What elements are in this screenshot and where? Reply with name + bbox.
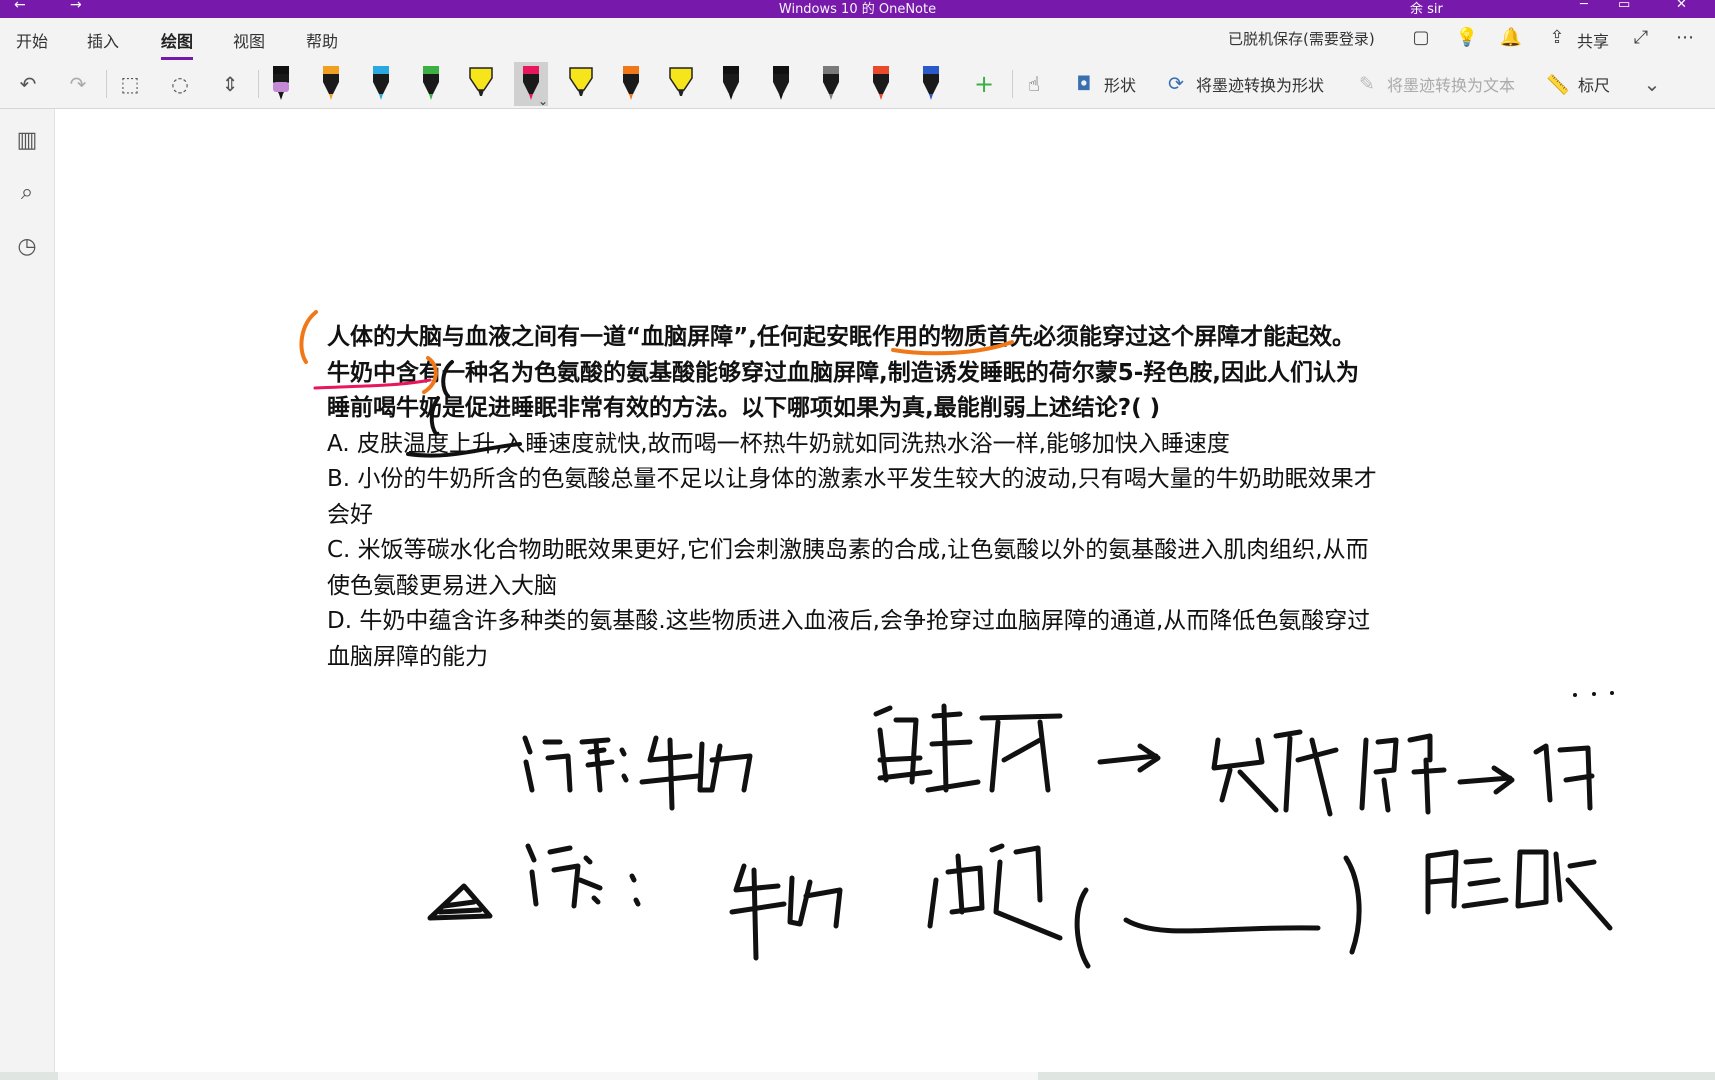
shapes-button[interactable]: ◘ 形状 [1072,68,1136,100]
option-a: A. 皮肤温度上升,入睡速度就快,故而喝一杯热牛奶就如同洗热水浴一样,能够加快入… [327,430,1230,457]
bottom-scrollbar[interactable] [0,1072,1715,1080]
ink-to-text-icon: ✎ [1359,73,1375,95]
notebook-icon[interactable]: ▢ [1408,24,1434,50]
tab-home[interactable]: 开始 [16,28,48,52]
pen-icon[interactable] [614,62,648,106]
lasso-text-select-icon[interactable]: ⬚ [114,68,146,100]
pen-icon[interactable] [264,62,298,106]
fullscreen-icon[interactable]: ⤢ [1628,24,1654,50]
share-button[interactable]: 共享 [1577,28,1609,52]
ruler-button[interactable]: 📏 标尺 [1546,68,1610,100]
search-icon[interactable]: ⌕ [10,175,44,209]
pen-options-chevron-icon[interactable]: ⌄ [538,94,548,108]
pen-icon[interactable] [814,62,848,106]
ink-to-shape-icon: ⟳ [1168,73,1184,95]
tab-help[interactable]: 帮助 [306,28,338,52]
notebooks-icon[interactable]: ▥ [10,123,44,157]
close-button[interactable]: ✕ [1676,0,1687,12]
add-space-icon[interactable]: ⇕ [214,68,246,100]
ruler-icon: 📏 [1546,73,1570,96]
pen-icon[interactable]: ⌄ [514,62,548,108]
more-options-icon[interactable]: ⋯ [1672,24,1698,50]
highlighter-icon[interactable] [664,62,698,106]
ink-to-shape-label: 将墨迹转换为形状 [1196,76,1325,95]
touch-draw-icon[interactable]: ☝ [1018,68,1050,100]
menu-bar: 开始 插入 绘图 视图 帮助 已脱机保存(需要登录) ▢ 💡 🔔 ⇪ 共享 ⤢ … [0,18,1715,60]
undo-icon[interactable]: ↶ [12,68,44,100]
separator [106,70,107,98]
bell-icon[interactable]: 🔔 [1498,24,1524,50]
minimize-button[interactable]: ─ [1580,0,1588,12]
share-icon[interactable]: ⇪ [1544,24,1570,50]
redo-icon[interactable]: ↷ [62,68,94,100]
tab-draw[interactable]: 绘图 [161,28,194,60]
tab-insert[interactable]: 插入 [87,28,119,52]
pen-icon[interactable] [414,62,448,106]
lasso-select-icon[interactable]: ◌ [164,68,196,100]
ink-to-shape-button[interactable]: ⟳ 将墨迹转换为形状 [1164,68,1324,100]
shapes-icon: ◘ [1076,73,1092,95]
option-b: B. 小份的牛奶所含的色氨酸总量不足以让身体的激素水平发生较大的波动,只有喝大量… [327,466,1377,528]
pen-icon[interactable] [364,62,398,106]
question-block[interactable]: 人体的大脑与血液之间有一道“血脑屏障”,任何起安眠作用的物质首先必须能穿过这个屏… [327,320,1377,675]
recent-notes-clock-icon[interactable]: ◷ [10,229,44,263]
add-pen-icon[interactable]: + [968,68,1000,100]
ink-to-text-button[interactable]: ✎ 将墨迹转换为文本 [1355,68,1515,100]
title-bar: ← → Windows 10 的 OneNote 余 sir ─ ▭ ✕ [0,0,1715,18]
user-name[interactable]: 余 sir [1410,0,1443,17]
separator [258,70,259,98]
highlighter-icon[interactable] [464,62,498,106]
save-status: 已脱机保存(需要登录) [1228,30,1375,48]
ink-to-text-label: 将墨迹转换为文本 [1387,76,1516,95]
scrollbar-thumb[interactable] [58,1072,1038,1080]
option-d: D. 牛奶中蕴含许多种类的氨基酸.这些物质进入血液后,会争抢穿过血脑屏障的通道,… [327,608,1371,670]
pen-icon[interactable] [314,62,348,106]
draw-ribbon: ↶ ↷ ⬚ ◌ ⇕ + ☝ ◘ 形状 ⟳ 将墨迹转换为形状 ✎ 将墨迹转换为文本… [0,60,1715,109]
tab-view[interactable]: 视图 [233,28,265,52]
restore-button[interactable]: ▭ [1618,0,1630,12]
ribbon-expand-chevron-icon[interactable]: ⌄ [1636,68,1668,100]
highlighter-icon[interactable] [564,62,598,106]
option-c: C. 米饭等碳水化合物助眠效果更好,它们会刺激胰岛素的合成,让色氨酸以外的氨基酸… [327,537,1369,599]
separator [1012,70,1013,98]
ruler-label: 标尺 [1578,76,1611,95]
question-stem: 人体的大脑与血液之间有一道“血脑屏障”,任何起安眠作用的物质首先必须能穿过这个屏… [327,324,1360,421]
pen-icon[interactable] [764,62,798,106]
shapes-label: 形状 [1104,76,1137,95]
pen-icon[interactable] [864,62,898,106]
window-title: Windows 10 的 OneNote [778,2,937,17]
pen-icon[interactable] [914,62,948,106]
pen-icon[interactable] [714,62,748,106]
lightbulb-icon[interactable]: 💡 [1454,24,1480,50]
left-navigation: ▥ ⌕ ◷ [0,109,55,1080]
